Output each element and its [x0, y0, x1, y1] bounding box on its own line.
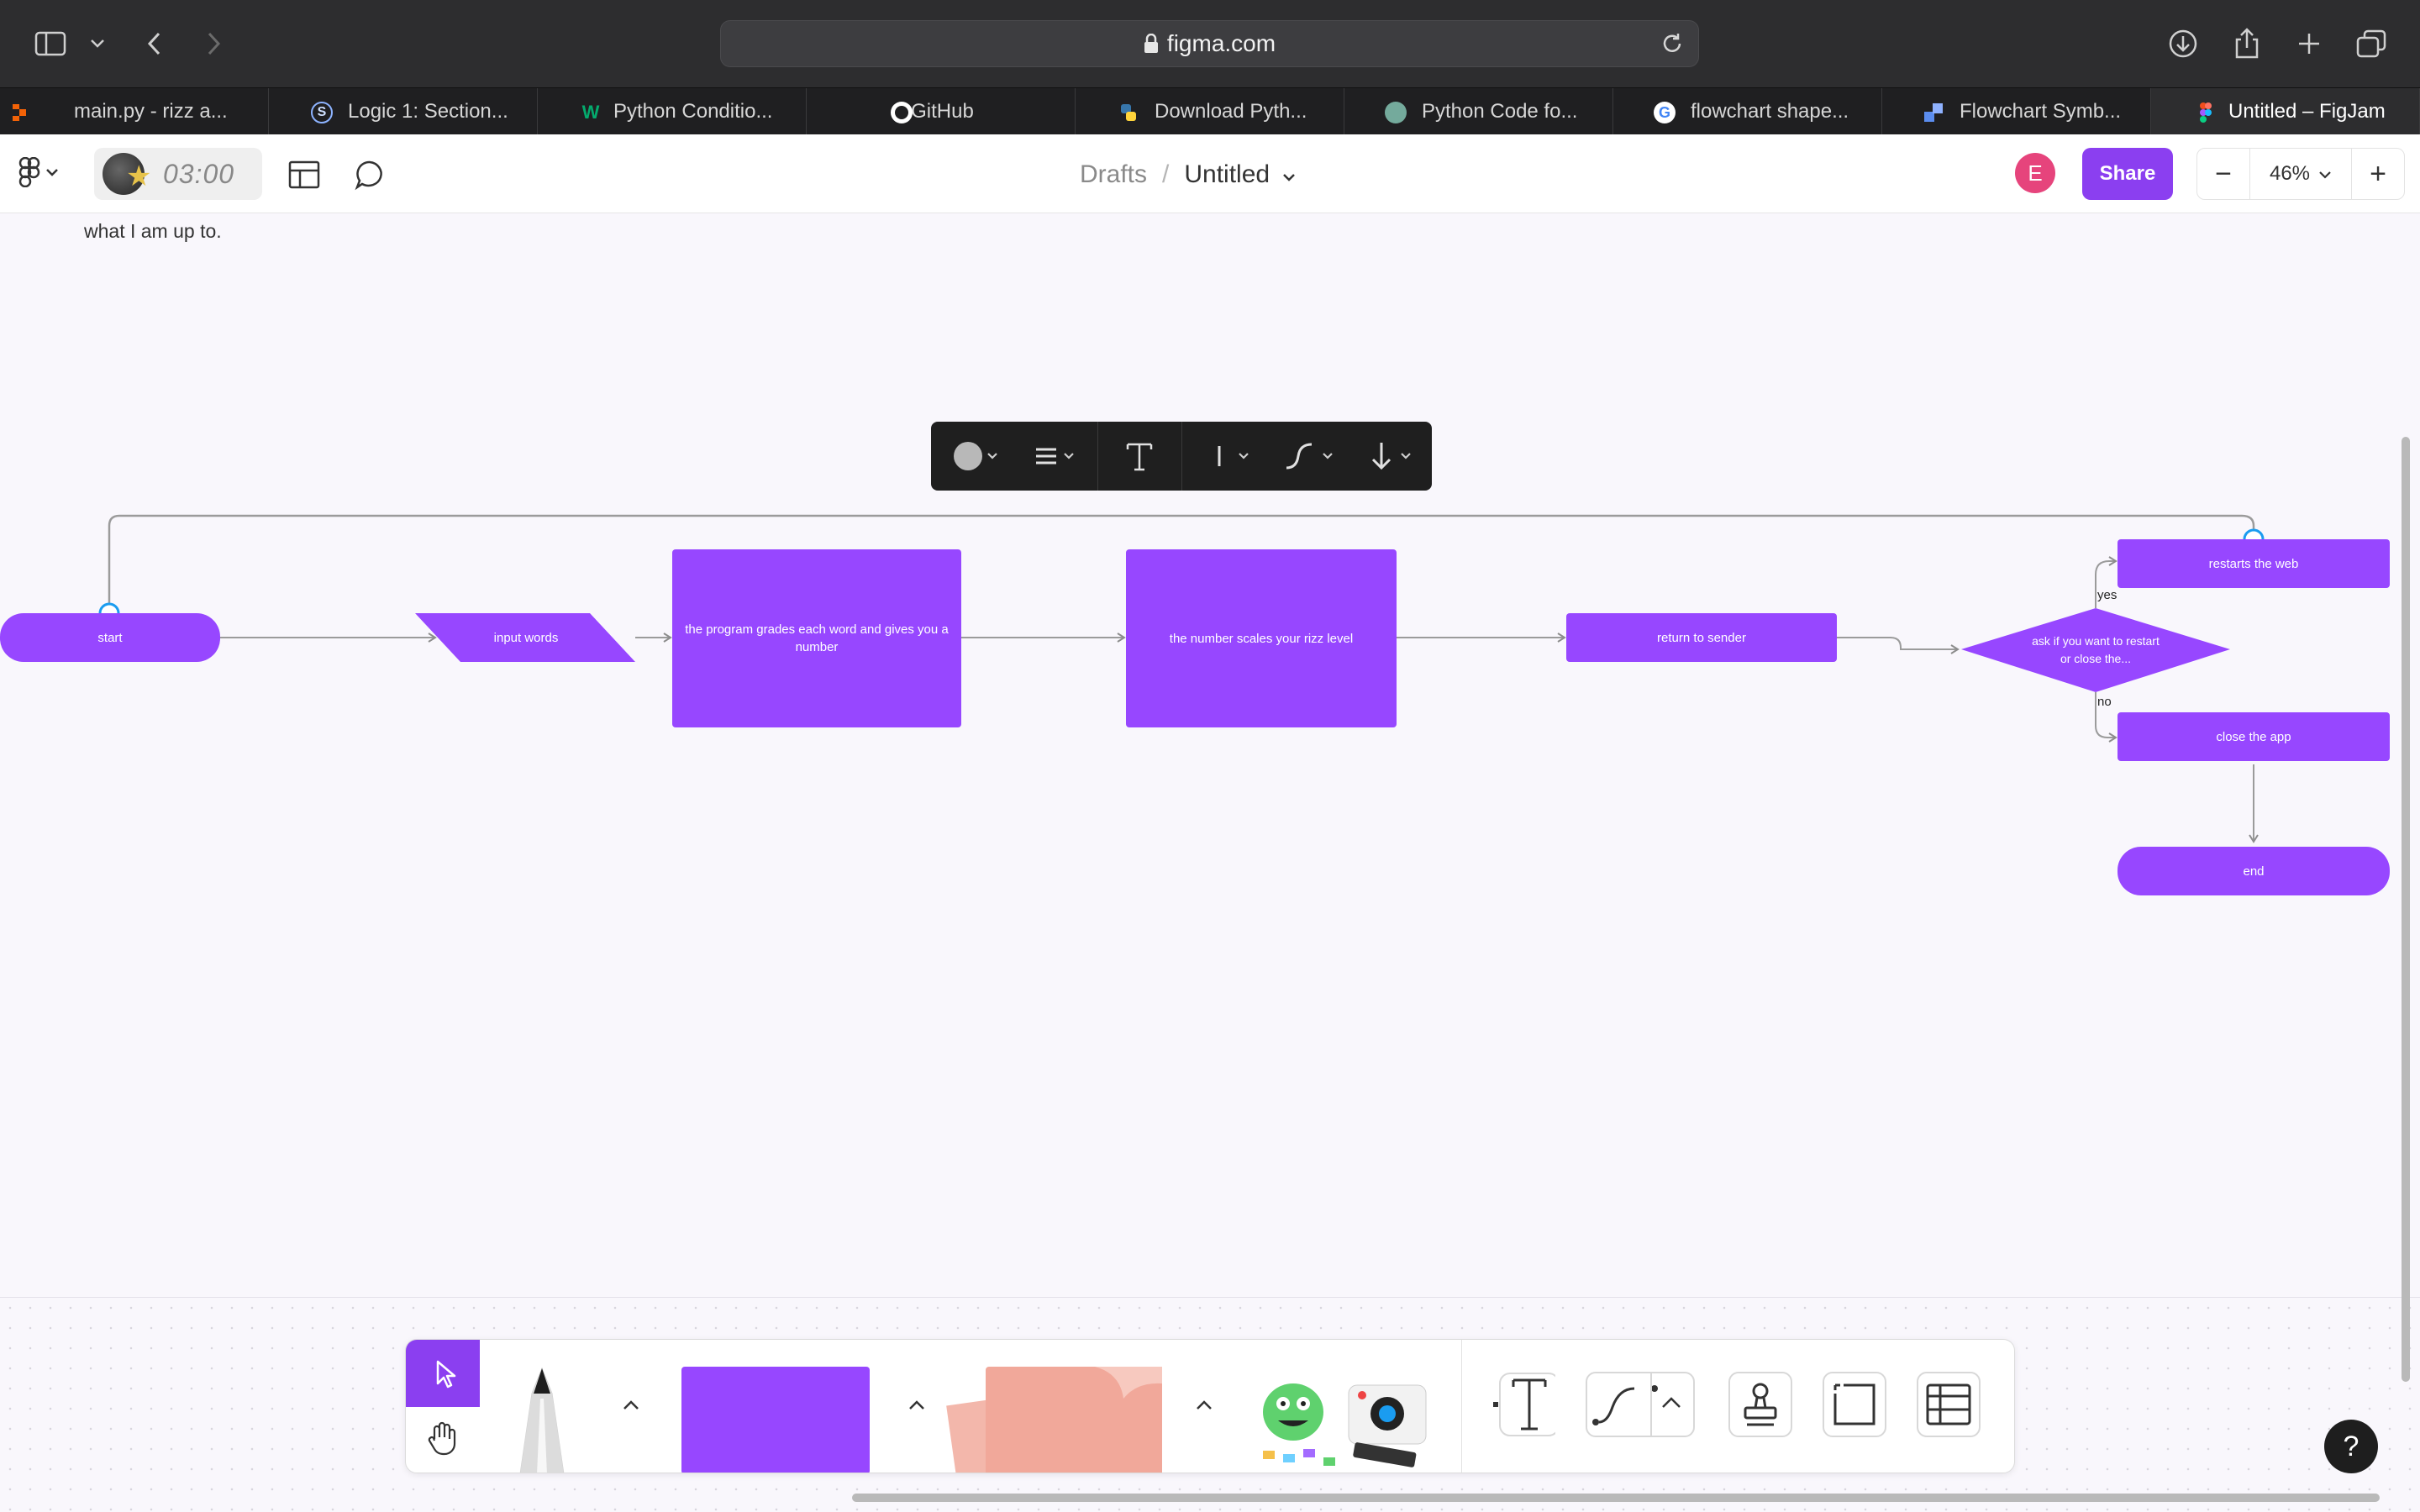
github-icon — [891, 102, 913, 123]
select-tool[interactable] — [406, 1340, 480, 1407]
bottom-toolbar — [405, 1339, 2015, 1473]
tab-download-python[interactable]: Download Pyth... — [1076, 88, 1344, 135]
stamp-tool[interactable] — [1728, 1372, 1792, 1437]
node-scale[interactable]: the number scales your rizz level — [1126, 549, 1397, 727]
node-end[interactable]: end — [2118, 847, 2390, 895]
tab-python-conditions[interactable]: W Python Conditio... — [538, 88, 807, 135]
new-tab-icon[interactable] — [2291, 25, 2328, 62]
arrow-end-icon[interactable] — [1353, 422, 1428, 491]
tab-overview-icon[interactable] — [2353, 25, 2390, 62]
chevron-down-icon — [45, 166, 59, 181]
hand-tool[interactable] — [406, 1407, 480, 1473]
breadcrumb-separator: / — [1162, 160, 1170, 188]
timer-widget[interactable]: ★ 03:00 — [94, 148, 262, 200]
connector-context-toolbar — [931, 422, 1432, 491]
chevron-up-icon[interactable] — [616, 1390, 646, 1420]
zoom-level-dropdown[interactable]: 46% — [2249, 149, 2352, 199]
share-sheet-icon[interactable] — [2228, 25, 2265, 62]
connector-tool[interactable] — [1586, 1372, 1695, 1437]
lock-icon — [1144, 34, 1159, 54]
google-icon: G — [1654, 102, 1676, 123]
comment-icon[interactable] — [351, 156, 388, 193]
w3schools-icon: W — [581, 102, 600, 123]
tab-bar: main.py - rizz a... S Logic 1: Section..… — [0, 87, 2420, 135]
node-start[interactable]: start — [0, 613, 220, 662]
url-text: figma.com — [1166, 30, 1276, 56]
sidebar-toggle-icon[interactable] — [32, 25, 69, 62]
zoom-value: 46% — [2269, 162, 2311, 185]
file-title[interactable]: Untitled — [1184, 160, 1270, 189]
zoom-out-button[interactable]: − — [2197, 149, 2249, 199]
tab-flowchart-shapes[interactable]: G flowchart shape... — [1613, 88, 1882, 135]
node-ask-label[interactable]: ask if you want to restart or close the.… — [2020, 628, 2171, 672]
hand-icon — [426, 1420, 460, 1462]
replit-icon — [8, 102, 30, 123]
chevron-down-icon[interactable] — [1281, 160, 1297, 189]
lucid-icon — [1923, 102, 1944, 123]
star-icon: ★ — [126, 160, 152, 192]
tab-github[interactable]: GitHub — [807, 88, 1076, 135]
marker-tool[interactable] — [498, 1365, 586, 1473]
breadcrumb-drafts[interactable]: Drafts — [1080, 160, 1147, 189]
edge-label-no[interactable]: no — [2097, 695, 2112, 709]
tab-figjam[interactable]: Untitled – FigJam — [2151, 88, 2420, 135]
tab-main-py[interactable]: main.py - rizz a... — [0, 88, 269, 135]
download-icon[interactable] — [2165, 25, 2202, 62]
table-tool[interactable] — [1917, 1372, 1981, 1437]
connectors-layer — [98, 514, 2265, 843]
vertical-scrollbar[interactable] — [2402, 437, 2410, 1382]
timer-value: 03:00 — [163, 158, 235, 189]
node-restart[interactable]: restarts the web — [2118, 539, 2390, 588]
node-return[interactable]: return to sender — [1566, 613, 1837, 662]
forward-icon[interactable] — [195, 25, 232, 62]
reload-icon[interactable] — [1660, 31, 1685, 56]
curve-connector-icon[interactable] — [1274, 422, 1351, 491]
chevron-down-icon — [2318, 162, 2332, 186]
s-circle-icon: S — [311, 102, 333, 123]
chatgpt-icon — [1385, 102, 1407, 123]
back-icon[interactable] — [136, 25, 173, 62]
zoom-in-button[interactable]: + — [2352, 149, 2404, 199]
figjam-toolbar: ★ 03:00 Drafts / Untitled E Share − 46% … — [0, 134, 2420, 213]
widgets-stickers-tool[interactable] — [1255, 1370, 1439, 1473]
chevron-up-icon[interactable] — [1189, 1390, 1219, 1420]
edge-label-yes[interactable]: yes — [2097, 588, 2117, 602]
layout-icon[interactable] — [286, 156, 323, 193]
tab-flowchart-symbols[interactable]: Flowchart Symb... — [1882, 88, 2151, 135]
line-style-icon[interactable] — [1192, 422, 1272, 491]
tab-logic[interactable]: S Logic 1: Section... — [269, 88, 538, 135]
node-input-label[interactable]: input words — [454, 613, 598, 662]
breadcrumb: Drafts / Untitled — [1080, 156, 1297, 193]
browser-toolbar: figma.com — [0, 0, 2420, 87]
connector-return-ask — [1837, 637, 1960, 654]
horizontal-scrollbar[interactable] — [852, 1494, 2380, 1502]
section-tool[interactable] — [1823, 1372, 1886, 1437]
node-grade[interactable]: the program grades each word and gives y… — [672, 549, 961, 727]
figma-icon — [2195, 102, 2217, 123]
help-button[interactable]: ? — [2324, 1420, 2378, 1473]
tab-python-code[interactable]: Python Code fo... — [1344, 88, 1613, 135]
chevron-down-icon[interactable] — [79, 25, 116, 62]
figjam-canvas[interactable]: what I am up to. start input words the p… — [0, 213, 2420, 1297]
text-tool[interactable] — [1491, 1372, 1555, 1437]
timer-avatar: ★ — [103, 153, 151, 195]
address-bar[interactable]: figma.com — [720, 20, 1699, 67]
share-button[interactable]: Share — [2082, 148, 2173, 200]
shape-tool[interactable] — [681, 1367, 870, 1473]
main-menu-button[interactable] — [18, 155, 72, 193]
text-icon[interactable] — [1101, 422, 1178, 491]
figma-logo-icon — [18, 156, 40, 192]
toolbar-divider — [1461, 1340, 1462, 1473]
zoom-control: − 46% + — [2196, 148, 2405, 200]
stroke-weight-icon[interactable] — [1023, 422, 1087, 491]
avatar[interactable]: E — [2015, 153, 2055, 193]
color-picker[interactable] — [943, 422, 1010, 491]
sticky-note-tool[interactable] — [927, 1365, 1171, 1473]
python-icon — [1118, 102, 1139, 123]
node-close[interactable]: close the app — [2118, 712, 2390, 761]
